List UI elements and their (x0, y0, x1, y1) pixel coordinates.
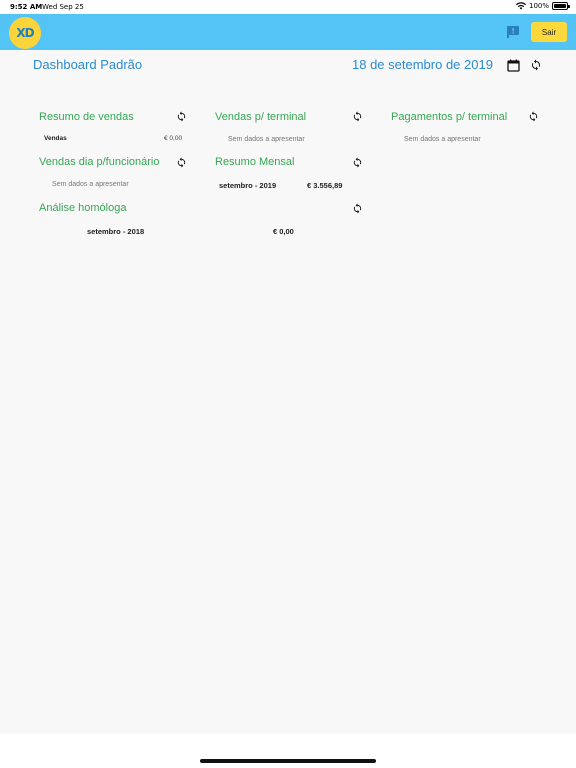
status-date: Wed Sep 25 (42, 3, 84, 11)
refresh-icon[interactable] (352, 203, 363, 214)
logout-button[interactable]: Sair (531, 22, 567, 42)
refresh-icon[interactable] (528, 111, 539, 122)
vendas-funcionario-empty: Sem dados a apresentar (52, 181, 129, 188)
card-title-analise-homologa: Análise homóloga (39, 202, 127, 214)
resumo-vendas-label: Vendas (44, 135, 67, 142)
status-right: 100% (515, 2, 570, 10)
wifi-icon (515, 2, 526, 10)
dashboard-date[interactable]: 18 de setembro de 2019 (352, 57, 493, 72)
calendar-icon[interactable] (507, 59, 520, 72)
vendas-terminal-empty: Sem dados a apresentar (228, 136, 305, 143)
page-title[interactable]: Dashboard Padrão (33, 57, 142, 72)
card-title-pagamentos-terminal: Pagamentos p/ terminal (391, 111, 508, 123)
refresh-icon[interactable] (176, 157, 187, 168)
refresh-icon[interactable] (352, 157, 363, 168)
battery-percent: 100% (528, 2, 549, 10)
battery-icon (552, 2, 570, 10)
card-title-vendas-funcionario: Vendas dia p/funcionário (39, 156, 160, 168)
card-title-resumo-mensal: Resumo Mensal (215, 156, 295, 168)
refresh-icon[interactable] (176, 111, 187, 122)
resumo-mensal-month: setembro - 2019 (219, 181, 277, 190)
resumo-vendas-value: € 0,00 (164, 135, 183, 142)
app-header: XD Sair (0, 14, 576, 50)
app-logo: XD (9, 17, 41, 49)
analise-homologa-month: setembro - 2018 (87, 227, 145, 236)
card-title-vendas-terminal: Vendas p/ terminal (215, 111, 307, 123)
card-title-resumo-vendas: Resumo de vendas (39, 111, 134, 123)
flag-icon[interactable] (506, 25, 520, 39)
home-indicator[interactable] (200, 759, 376, 763)
status-time: 9:52 AM (10, 3, 43, 11)
resumo-mensal-value: € 3.556,89 (307, 181, 343, 190)
status-bar: 9:52 AM Wed Sep 25 100% (0, 0, 576, 14)
refresh-icon[interactable] (352, 111, 363, 122)
refresh-icon[interactable] (530, 59, 542, 71)
analise-homologa-value: € 0,00 (273, 227, 294, 236)
pagamentos-terminal-empty: Sem dados a apresentar (404, 136, 481, 143)
